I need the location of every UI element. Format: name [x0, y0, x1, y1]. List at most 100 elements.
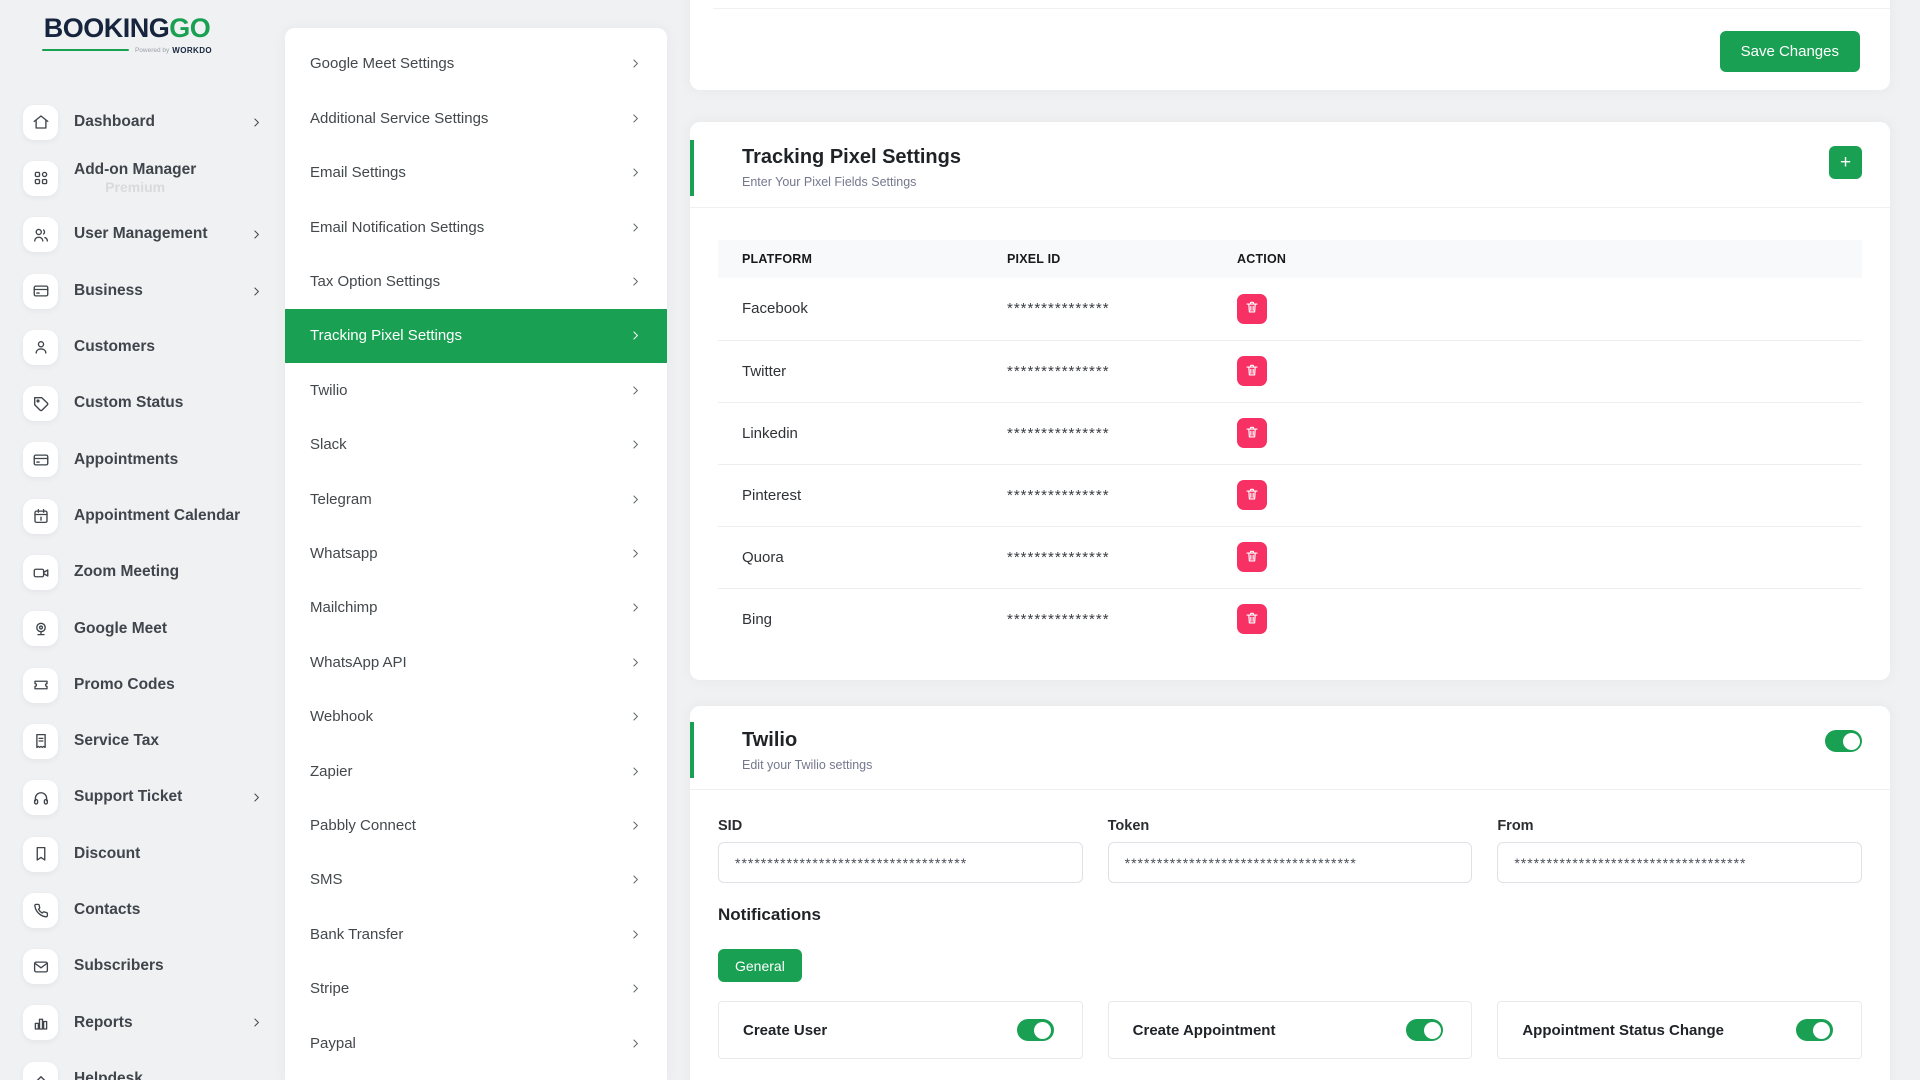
platform-cell: Quora	[718, 526, 983, 588]
delete-button[interactable]	[1237, 418, 1267, 448]
settings-menu-item-telegram[interactable]: Telegram	[285, 472, 667, 526]
chevron-right-icon	[629, 275, 642, 288]
settings-menu-item-pabbly-connect[interactable]: Pabbly Connect	[285, 798, 667, 852]
sidebar-item-label-wrap: Promo Codes	[74, 676, 175, 695]
sidebar-item-label-wrap: Zoom Meeting	[74, 563, 179, 582]
delete-button[interactable]	[1237, 294, 1267, 324]
chevron-right-icon	[629, 928, 642, 941]
create-user-toggle[interactable]	[1017, 1019, 1054, 1041]
page: BOOKINGGO Powered by WORKDO Dashboard Add…	[0, 0, 1920, 1080]
brand-logo: BOOKINGGO Powered by WORKDO	[42, 14, 212, 55]
delete-button[interactable]	[1237, 356, 1267, 386]
settings-menu-item-label: WhatsApp API	[310, 654, 407, 671]
tracking-pixel-subtitle: Enter Your Pixel Fields Settings	[742, 175, 1862, 189]
ticket-icon	[23, 668, 58, 703]
sidebar-item-business[interactable]: Business	[0, 263, 285, 319]
save-changes-button[interactable]: Save Changes	[1720, 31, 1860, 72]
trash-icon	[1245, 611, 1259, 628]
credit-card-icon	[23, 274, 58, 309]
chevron-right-icon	[250, 228, 263, 241]
sidebar-item-label-wrap: Reports	[74, 1014, 133, 1033]
top-card-divider	[713, 8, 1890, 9]
chevron-right-icon	[629, 547, 642, 560]
sidebar-item-label: Helpdesk	[74, 1070, 143, 1080]
sidebar-item-label-wrap: User Management	[74, 225, 208, 244]
twilio-enable-toggle[interactable]	[1825, 730, 1862, 752]
sidebar-item-appointment-calendar[interactable]: Appointment Calendar	[0, 488, 285, 544]
settings-menu: Google Meet SettingsAdditional Service S…	[285, 28, 667, 1080]
sidebar-item-contacts[interactable]: Contacts	[0, 882, 285, 938]
token-input[interactable]	[1108, 842, 1473, 883]
delete-button[interactable]	[1237, 480, 1267, 510]
notifications-heading: Notifications	[718, 905, 1862, 925]
from-input[interactable]	[1497, 842, 1862, 883]
settings-menu-item-zapier[interactable]: Zapier	[285, 744, 667, 798]
settings-menu-item-mailchimp[interactable]: Mailchimp	[285, 581, 667, 635]
settings-menu-item-slack[interactable]: Slack	[285, 418, 667, 472]
sidebar-item-promo-codes[interactable]: Promo Codes	[0, 657, 285, 713]
sidebar-item-label: Contacts	[74, 901, 140, 920]
settings-menu-item-whatsapp-api[interactable]: WhatsApp API	[285, 635, 667, 689]
twilio-card: Twilio Edit your Twilio settings SIDToke…	[690, 706, 1890, 1080]
sidebar-item-label: Support Ticket	[74, 788, 182, 807]
settings-menu-item-email-notification-settings[interactable]: Email Notification Settings	[285, 200, 667, 254]
settings-menu-item-paypal[interactable]: Paypal	[285, 1016, 667, 1070]
settings-menu-item-whatsapp[interactable]: Whatsapp	[285, 526, 667, 580]
receipt-icon	[23, 724, 58, 759]
chevron-right-icon	[629, 873, 642, 886]
sidebar-item-support-ticket[interactable]: Support Ticket	[0, 770, 285, 826]
sidebar-item-label: Add-on Manager	[74, 161, 196, 180]
sidebar-item-user-management[interactable]: User Management	[0, 207, 285, 263]
sidebar-item-discount[interactable]: Discount	[0, 826, 285, 882]
settings-menu-item-stripe[interactable]: Stripe	[285, 961, 667, 1015]
settings-menu-item-sms[interactable]: SMS	[285, 853, 667, 907]
sidebar-item-label-wrap: Business	[74, 282, 143, 301]
brand-name-secondary: GO	[169, 13, 210, 43]
settings-menu-item-label: Bank Transfer	[310, 926, 403, 943]
table-row-linkedin: Linkedin***************	[718, 402, 1862, 464]
settings-menu-item-tax-option-settings[interactable]: Tax Option Settings	[285, 254, 667, 308]
tag-icon	[23, 386, 58, 421]
create-appointment-toggle[interactable]	[1406, 1019, 1443, 1041]
chevron-right-icon	[629, 656, 642, 669]
pixel-id-cell: ***************	[983, 402, 1213, 464]
platform-cell: Linkedin	[718, 402, 983, 464]
sidebar-item-add-on-manager[interactable]: Add-on ManagerPremium	[0, 150, 285, 206]
settings-menu-item-tracking-pixel-settings[interactable]: Tracking Pixel Settings	[285, 309, 667, 363]
sidebar-item-appointments[interactable]: Appointments	[0, 432, 285, 488]
sidebar-item-label: Customers	[74, 338, 155, 357]
main-content: Save Changes Tracking Pixel Settings Ent…	[690, 0, 1890, 1080]
general-tab-button[interactable]: General	[718, 949, 802, 982]
settings-menu-item-webhook[interactable]: Webhook	[285, 689, 667, 743]
settings-menu-item-label: Tracking Pixel Settings	[310, 327, 462, 344]
sidebar-item-google-meet[interactable]: Google Meet	[0, 601, 285, 657]
add-pixel-button[interactable]: +	[1829, 146, 1862, 179]
sid-input[interactable]	[718, 842, 1083, 883]
settings-menu-item-twilio[interactable]: Twilio	[285, 363, 667, 417]
pixel-id-cell: ***************	[983, 278, 1213, 340]
table-row-bing: Bing***************	[718, 588, 1862, 650]
twilio-fields: SIDTokenFrom	[718, 818, 1862, 883]
delete-button[interactable]	[1237, 604, 1267, 634]
top-card: Save Changes	[690, 0, 1890, 90]
appointment-status-change-toggle[interactable]	[1796, 1019, 1833, 1041]
settings-menu-item-additional-service-settings[interactable]: Additional Service Settings	[285, 91, 667, 145]
trash-icon	[1245, 300, 1259, 317]
sidebar-item-label-wrap: Dashboard	[74, 113, 155, 132]
platform-cell: Twitter	[718, 340, 983, 402]
settings-menu-item-bank-transfer[interactable]: Bank Transfer	[285, 907, 667, 961]
delete-button[interactable]	[1237, 542, 1267, 572]
sidebar-item-label-wrap: Add-on ManagerPremium	[74, 161, 196, 196]
settings-menu-item-email-settings[interactable]: Email Settings	[285, 146, 667, 200]
sidebar-item-custom-status[interactable]: Custom Status	[0, 375, 285, 431]
sidebar-item-customers[interactable]: Customers	[0, 319, 285, 375]
sidebar-item-zoom-meeting[interactable]: Zoom Meeting	[0, 544, 285, 600]
sidebar-item-service-tax[interactable]: Service Tax	[0, 713, 285, 769]
chevron-right-icon	[629, 221, 642, 234]
sidebar-item-subscribers[interactable]: Subscribers	[0, 938, 285, 994]
settings-menu-item-google-meet-settings[interactable]: Google Meet Settings	[285, 37, 667, 91]
sidebar-item-helpdesk[interactable]: Helpdesk	[0, 1051, 285, 1080]
sidebar-item-dashboard[interactable]: Dashboard	[0, 94, 285, 150]
sidebar-item-reports[interactable]: Reports	[0, 995, 285, 1051]
user-icon	[23, 330, 58, 365]
